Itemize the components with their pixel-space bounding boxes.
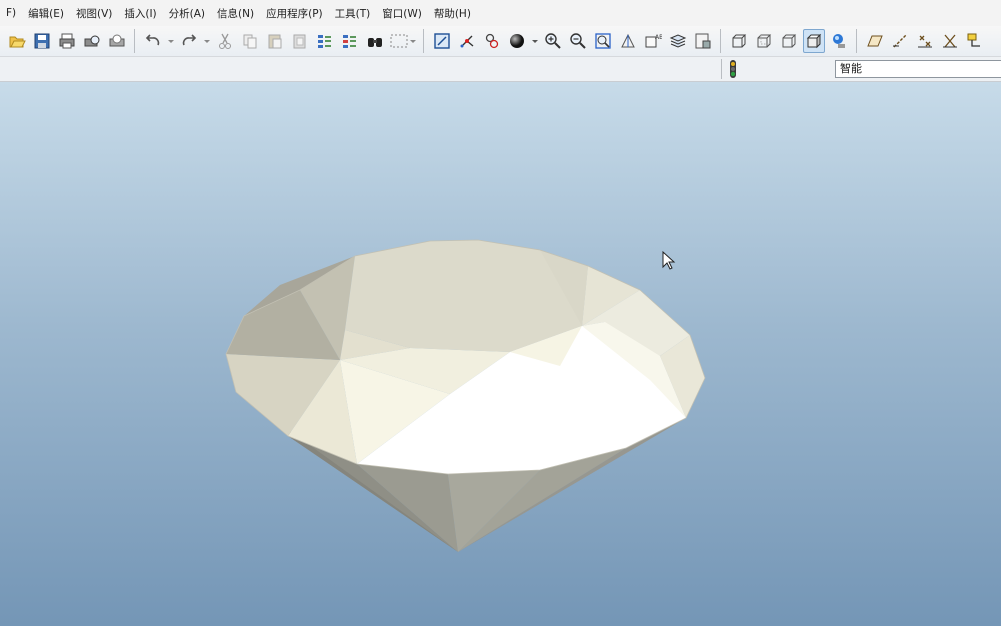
print-preview-icon[interactable] bbox=[81, 29, 103, 53]
menu-insert[interactable]: 插入(I) bbox=[118, 6, 162, 21]
main-toolbar: AB bbox=[0, 26, 1001, 57]
paste-special-icon[interactable] bbox=[289, 29, 311, 53]
mouse-cursor-icon bbox=[662, 250, 676, 270]
appearance-dropdown-icon[interactable] bbox=[531, 29, 539, 53]
wireframe-icon[interactable] bbox=[728, 29, 750, 53]
undo-icon[interactable] bbox=[142, 29, 164, 53]
refit-icon[interactable] bbox=[592, 29, 614, 53]
selection-filter[interactable]: 智能 bbox=[835, 60, 1001, 78]
shading-icon[interactable] bbox=[802, 29, 825, 53]
menu-window[interactable]: 窗口(W) bbox=[376, 6, 428, 21]
zoom-in-icon[interactable] bbox=[542, 29, 564, 53]
open-icon[interactable] bbox=[6, 29, 28, 53]
toolbar-separator bbox=[856, 29, 857, 53]
menu-view[interactable]: 视图(V) bbox=[70, 6, 118, 21]
svg-text:AB: AB bbox=[655, 34, 662, 41]
no-hidden-icon[interactable] bbox=[778, 29, 800, 53]
zoom-out-icon[interactable] bbox=[567, 29, 589, 53]
cut-icon[interactable] bbox=[214, 29, 236, 53]
menu-info[interactable]: 信息(N) bbox=[211, 6, 260, 21]
model-setup-icon[interactable] bbox=[692, 29, 714, 53]
layers-icon[interactable] bbox=[667, 29, 689, 53]
print-icon[interactable] bbox=[56, 29, 78, 53]
spin-center-icon[interactable] bbox=[456, 29, 478, 53]
appearance-icon[interactable] bbox=[506, 29, 528, 53]
menu-file[interactable]: F) bbox=[0, 7, 22, 19]
menu-analysis[interactable]: 分析(A) bbox=[163, 6, 211, 21]
enhanced-realism-icon[interactable] bbox=[828, 29, 850, 53]
find-icon[interactable] bbox=[364, 29, 386, 53]
regenerate-manager-icon[interactable] bbox=[339, 29, 361, 53]
paste-icon[interactable] bbox=[264, 29, 286, 53]
quick-print-icon[interactable] bbox=[106, 29, 128, 53]
toolbar-separator bbox=[423, 29, 424, 53]
toolbar-separator bbox=[134, 29, 135, 53]
datum-point-icon[interactable] bbox=[914, 29, 936, 53]
datum-axis-icon[interactable] bbox=[889, 29, 911, 53]
status-separator bbox=[721, 59, 722, 79]
datum-plane-icon[interactable] bbox=[864, 29, 886, 53]
copy-icon[interactable] bbox=[239, 29, 261, 53]
redo-icon[interactable] bbox=[178, 29, 200, 53]
menu-bar: F) 编辑(E) 视图(V) 插入(I) 分析(A) 信息(N) 应用程序(P)… bbox=[0, 0, 1001, 26]
coordinate-system-icon[interactable] bbox=[939, 29, 961, 53]
menu-help[interactable]: 帮助(H) bbox=[428, 6, 477, 21]
status-row: 智能 bbox=[0, 57, 1001, 82]
menu-edit[interactable]: 编辑(E) bbox=[22, 6, 70, 21]
hidden-line-icon[interactable] bbox=[753, 29, 775, 53]
repaint-icon[interactable] bbox=[431, 29, 453, 53]
annotation-icon[interactable] bbox=[964, 29, 986, 53]
menu-tools[interactable]: 工具(T) bbox=[329, 6, 377, 21]
menu-applications[interactable]: 应用程序(P) bbox=[260, 6, 329, 21]
orient-mode-icon[interactable] bbox=[481, 29, 503, 53]
select-box-icon[interactable] bbox=[389, 29, 417, 53]
graphics-viewport[interactable] bbox=[0, 82, 1001, 626]
toolbar-separator bbox=[720, 29, 721, 53]
traffic-light-icon[interactable] bbox=[728, 59, 738, 79]
diamond-model[interactable] bbox=[0, 82, 1001, 626]
reorient-icon[interactable] bbox=[617, 29, 639, 53]
undo-dropdown-icon[interactable] bbox=[167, 29, 175, 53]
regenerate-icon[interactable] bbox=[314, 29, 336, 53]
saved-views-icon[interactable]: AB bbox=[642, 29, 664, 53]
save-icon[interactable] bbox=[31, 29, 53, 53]
redo-dropdown-icon[interactable] bbox=[203, 29, 211, 53]
